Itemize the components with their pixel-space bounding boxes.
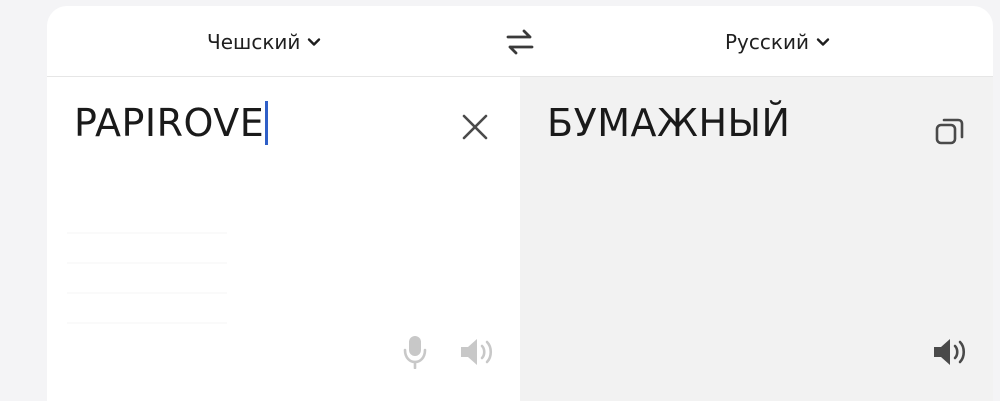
- chevron-down-icon: [308, 38, 321, 46]
- target-language-select[interactable]: Русский: [725, 28, 831, 56]
- source-text-value: PAPIROVE: [74, 101, 265, 145]
- speaker-icon: [461, 339, 493, 365]
- translation-text: БУМАЖНЫЙ: [547, 101, 791, 145]
- source-pane[interactable]: PAPIROVE: [47, 77, 520, 401]
- source-language-select[interactable]: Чешский: [207, 28, 322, 56]
- translator-card: Чешский Русский PAPIROVE БУМАЖНЫЙ: [47, 6, 993, 401]
- target-pane: БУМАЖНЫЙ: [520, 77, 993, 401]
- swap-languages-button[interactable]: [502, 26, 538, 58]
- target-language-label: Русский: [725, 30, 809, 54]
- source-speaker-button[interactable]: [457, 334, 497, 370]
- language-bar: Чешский Русский: [47, 6, 993, 77]
- chevron-down-icon: [816, 38, 830, 46]
- clear-button[interactable]: [455, 107, 495, 147]
- source-text-input[interactable]: PAPIROVE: [74, 101, 269, 145]
- ghost-lines: [67, 232, 227, 352]
- close-icon: [462, 114, 488, 140]
- source-language-label: Чешский: [207, 30, 301, 54]
- swap-arrows-icon: [506, 29, 534, 55]
- microphone-icon: [403, 336, 427, 369]
- text-caret: [265, 101, 269, 145]
- microphone-button[interactable]: [397, 334, 433, 370]
- target-speaker-button[interactable]: [930, 334, 970, 370]
- copy-icon: [935, 118, 964, 145]
- copy-button[interactable]: [930, 111, 970, 151]
- speaker-icon: [934, 339, 966, 365]
